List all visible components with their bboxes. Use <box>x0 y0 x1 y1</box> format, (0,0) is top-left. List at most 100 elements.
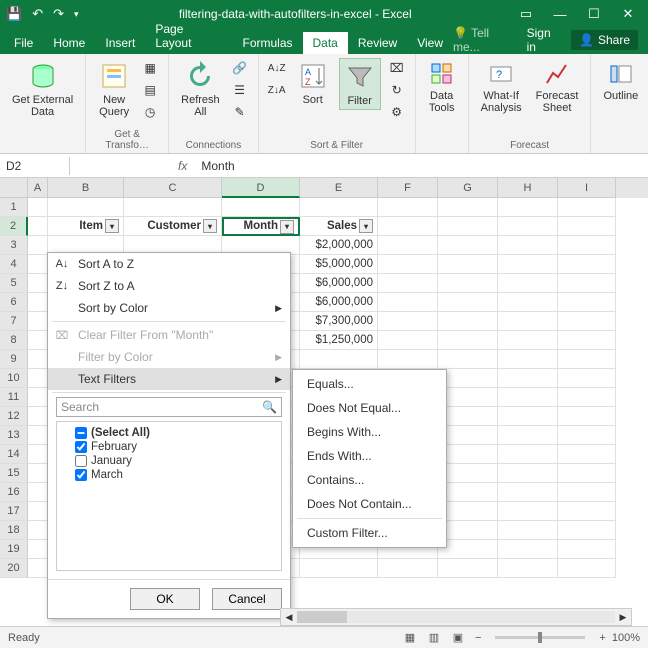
undo-icon[interactable]: ↶ <box>32 6 43 22</box>
column-header[interactable]: I <box>558 178 616 198</box>
cell[interactable] <box>28 445 48 464</box>
cell[interactable] <box>222 198 300 217</box>
zoom-slider[interactable] <box>495 636 585 639</box>
cell[interactable] <box>438 331 498 350</box>
cell[interactable] <box>438 388 498 407</box>
cell[interactable] <box>498 464 558 483</box>
cell[interactable] <box>558 407 616 426</box>
column-header[interactable]: B <box>48 178 124 198</box>
row-header[interactable]: 19 <box>0 540 28 559</box>
cell[interactable] <box>498 559 558 578</box>
data-tools-button[interactable]: Data Tools <box>424 58 460 116</box>
cell[interactable] <box>498 540 558 559</box>
cell[interactable] <box>438 369 498 388</box>
cell[interactable] <box>28 312 48 331</box>
ribbon-options-icon[interactable]: ▭ <box>512 4 540 24</box>
sort-by-color-item[interactable]: Sort by Color▶ <box>48 297 290 319</box>
filter-dropdown-icon[interactable]: ▾ <box>359 219 373 233</box>
zoom-out-icon[interactable]: − <box>469 632 487 644</box>
cell[interactable] <box>28 559 48 578</box>
cell[interactable] <box>558 559 616 578</box>
cell[interactable] <box>498 388 558 407</box>
cell[interactable] <box>438 521 498 540</box>
cell[interactable] <box>28 388 48 407</box>
cell[interactable] <box>558 312 616 331</box>
cell[interactable] <box>498 426 558 445</box>
cell[interactable] <box>28 293 48 312</box>
cell[interactable]: $7,300,000 <box>300 312 378 331</box>
tab-insert[interactable]: Insert <box>95 32 145 54</box>
cell[interactable] <box>378 331 438 350</box>
cell[interactable] <box>438 236 498 255</box>
filter-button[interactable]: Filter <box>339 58 381 110</box>
cell[interactable] <box>438 198 498 217</box>
cell[interactable] <box>558 540 616 559</box>
connections-icon[interactable]: 🔗 <box>230 58 250 78</box>
cell[interactable] <box>498 483 558 502</box>
row-header[interactable]: 4 <box>0 255 28 274</box>
cell[interactable] <box>498 293 558 312</box>
cell[interactable] <box>498 198 558 217</box>
cell[interactable] <box>378 293 438 312</box>
cell[interactable]: $1,250,000 <box>300 331 378 350</box>
cell[interactable] <box>28 521 48 540</box>
cell[interactable] <box>558 331 616 350</box>
cell[interactable] <box>558 198 616 217</box>
cell[interactable] <box>558 274 616 293</box>
cell[interactable]: Month▾ <box>222 217 300 236</box>
filter-checkbox-item[interactable]: January <box>61 454 277 468</box>
cell[interactable] <box>28 426 48 445</box>
cell[interactable] <box>558 464 616 483</box>
submenu-item[interactable]: Begins With... <box>293 420 446 444</box>
text-filters-item[interactable]: Text Filters▶ <box>48 368 290 390</box>
cell[interactable] <box>498 312 558 331</box>
cell[interactable] <box>28 407 48 426</box>
row-header[interactable]: 8 <box>0 331 28 350</box>
filter-checkbox-item[interactable]: February <box>61 440 277 454</box>
cell[interactable]: Customer▾ <box>124 217 222 236</box>
cell[interactable]: $6,000,000 <box>300 293 378 312</box>
filter-search[interactable]: Search🔍 <box>56 397 282 417</box>
outline-button[interactable]: Outline <box>599 58 642 104</box>
cell[interactable] <box>558 217 616 236</box>
row-header[interactable]: 20 <box>0 559 28 578</box>
edit-links-icon[interactable]: ✎ <box>230 102 250 122</box>
cell[interactable] <box>378 559 438 578</box>
tab-formulas[interactable]: Formulas <box>232 32 302 54</box>
cell[interactable] <box>378 198 438 217</box>
cell[interactable]: $5,000,000 <box>300 255 378 274</box>
cell[interactable] <box>438 217 498 236</box>
maximize-icon[interactable]: ☐ <box>580 4 608 24</box>
horizontal-scrollbar[interactable]: ◀▶ <box>280 608 632 626</box>
cell[interactable] <box>124 198 222 217</box>
column-header[interactable]: H <box>498 178 558 198</box>
row-header[interactable]: 14 <box>0 445 28 464</box>
cell[interactable] <box>28 255 48 274</box>
tab-data[interactable]: Data <box>303 32 348 54</box>
cell[interactable] <box>498 236 558 255</box>
cell[interactable]: $2,000,000 <box>300 236 378 255</box>
cell[interactable] <box>438 559 498 578</box>
cell[interactable] <box>498 350 558 369</box>
submenu-item[interactable]: Equals... <box>293 372 446 396</box>
row-header[interactable]: 6 <box>0 293 28 312</box>
redo-icon[interactable]: ↷ <box>53 6 64 22</box>
cell[interactable] <box>558 350 616 369</box>
cell[interactable] <box>378 236 438 255</box>
row-header[interactable]: 3 <box>0 236 28 255</box>
sort-button[interactable]: AZ Sort <box>293 58 333 108</box>
get-external-data-button[interactable]: Get External Data <box>8 58 77 120</box>
normal-view-icon[interactable]: ▦ <box>399 630 421 646</box>
cell[interactable]: $6,000,000 <box>300 274 378 293</box>
cell[interactable] <box>28 464 48 483</box>
cell[interactable] <box>558 236 616 255</box>
cell[interactable] <box>558 483 616 502</box>
column-header[interactable]: D <box>222 178 300 198</box>
cell[interactable] <box>378 312 438 331</box>
cell[interactable] <box>28 369 48 388</box>
row-header[interactable]: 16 <box>0 483 28 502</box>
cell[interactable] <box>438 464 498 483</box>
whatif-button[interactable]: ? What-If Analysis <box>477 58 526 116</box>
clear-filter-icon[interactable]: ⌧ <box>387 58 407 78</box>
cell[interactable]: Item▾ <box>48 217 124 236</box>
